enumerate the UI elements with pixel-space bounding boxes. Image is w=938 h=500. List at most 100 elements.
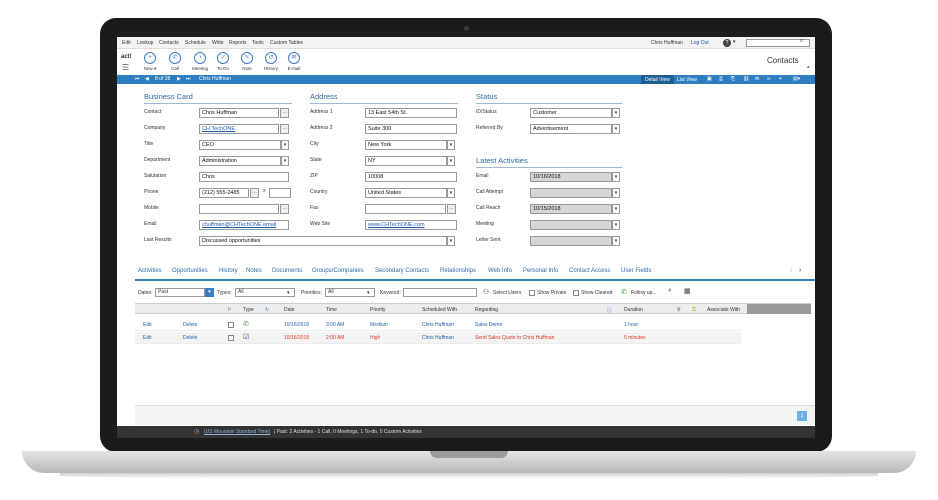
types-filter-select[interactable]: All — [235, 288, 295, 297]
select-users-icon[interactable]: ⚇ — [483, 288, 489, 296]
contact-ellipsis-button[interactable]: … — [280, 108, 289, 118]
timezone-link[interactable]: (US Mountain Standard Time) — [204, 429, 270, 435]
map-pin-icon[interactable]: ⌖ — [779, 76, 782, 82]
print-icon[interactable]: ⎙ — [719, 76, 723, 82]
keyword-input[interactable] — [403, 288, 477, 297]
phone-field[interactable]: (212) 555-2485 — [199, 188, 249, 198]
new-button[interactable]: + New ▾ — [139, 52, 161, 72]
department-dropdown[interactable]: ▾ — [281, 156, 289, 166]
follow-up-phone-icon[interactable]: ✆ — [621, 288, 627, 296]
referred-by-dropdown[interactable]: ▾ — [612, 124, 620, 134]
fax-field[interactable] — [365, 204, 446, 214]
edit-link[interactable]: Edit — [143, 335, 152, 341]
types-chevron-down-icon[interactable]: ▾ — [287, 290, 290, 296]
row-scheduled-with[interactable]: Chris Huffman — [422, 335, 454, 341]
call-reach-field[interactable]: 10/15/2018 — [530, 204, 612, 214]
tab-notes[interactable]: Notes — [246, 268, 262, 274]
delete-link[interactable]: Delete — [183, 322, 197, 328]
page-number-button[interactable]: 1 — [797, 411, 807, 421]
tab-secondary-contacts[interactable]: Secondary Contacts — [375, 268, 429, 274]
chevron-down-icon[interactable]: ▾ — [733, 39, 736, 45]
id-status-dropdown[interactable]: ▾ — [612, 108, 620, 118]
mobile-field[interactable] — [199, 204, 279, 214]
title-dropdown[interactable]: ▾ — [281, 140, 289, 150]
menu-edit[interactable]: Edit — [122, 40, 131, 46]
delete-link[interactable]: Delete — [183, 335, 197, 341]
country-field[interactable]: United States — [365, 188, 447, 198]
follow-up-link[interactable]: Follow up... — [631, 290, 657, 296]
call-button[interactable]: ✆ Call — [164, 52, 186, 71]
tab-groups-companies[interactable]: Groups/Companies — [312, 268, 364, 274]
city-dropdown[interactable]: ▾ — [447, 140, 455, 150]
search-icon[interactable]: ⌕ — [668, 287, 672, 295]
mail-icon[interactable]: ✉ — [755, 76, 759, 82]
lock-icon[interactable]: ⚿ — [692, 307, 696, 313]
chain-icon[interactable]: ∞ — [767, 76, 771, 82]
save-icon[interactable]: ▣ — [707, 76, 712, 82]
attach-icon[interactable]: ⎘ — [731, 76, 735, 82]
mobile-ellipsis-button[interactable]: … — [280, 204, 289, 214]
letter-sent-dropdown[interactable]: ▾ — [612, 236, 620, 246]
col-associate-with[interactable]: Associate With — [707, 307, 740, 313]
website-field[interactable]: www.CHTechONE.com — [365, 220, 457, 230]
phone-ext-field[interactable] — [269, 188, 291, 198]
country-dropdown[interactable]: ▾ — [447, 188, 455, 198]
email-field[interactable]: chuffman@CHTechONE.email — [199, 220, 289, 230]
col-date[interactable]: Date — [284, 307, 295, 313]
priorities-chevron-down-icon[interactable]: ▾ — [367, 290, 370, 296]
menu-tools[interactable]: Tools — [252, 40, 264, 46]
tab-documents[interactable]: Documents — [272, 268, 302, 274]
question-icon[interactable]: ? — [723, 39, 731, 47]
menu-custom-tables[interactable]: Custom Tables — [270, 40, 303, 46]
link-icon[interactable]: ⛓ — [743, 76, 749, 82]
row-scheduled-with[interactable]: Chris Huffman — [422, 322, 454, 328]
chevron-left-icon[interactable]: ‹ — [790, 267, 792, 274]
row-checkbox[interactable] — [228, 322, 234, 328]
tab-personal-info[interactable]: Personal Info — [523, 268, 558, 274]
tab-contact-access[interactable]: Contact Access — [569, 268, 610, 274]
tab-activities[interactable]: Activities — [138, 268, 162, 274]
last-results-dropdown[interactable]: ▾ — [447, 236, 455, 246]
last-record-icon[interactable]: ⏭ — [186, 76, 191, 82]
chevron-right-icon[interactable]: › — [799, 267, 801, 274]
logout-link[interactable]: Log Out — [691, 40, 709, 46]
meeting-field[interactable] — [530, 220, 612, 230]
address2-field[interactable]: Suite 300 — [365, 124, 457, 134]
letter-sent-field[interactable] — [530, 236, 612, 246]
col-type[interactable]: Type — [243, 307, 254, 313]
address1-field[interactable]: 13 East 54th St. — [365, 108, 457, 118]
col-scheduled-with[interactable]: Scheduled With — [422, 307, 457, 313]
refresh-icon[interactable]: ↻ — [265, 307, 269, 313]
select-users-link[interactable]: Select Users — [493, 290, 521, 296]
tab-history[interactable]: History — [219, 268, 238, 274]
prev-record-icon[interactable]: ◀ — [145, 76, 149, 82]
company-field[interactable]: CH.TechONE — [199, 124, 279, 134]
state-field[interactable]: NY — [365, 156, 447, 166]
fax-ellipsis-button[interactable]: … — [447, 204, 456, 214]
zip-field[interactable]: 10008 — [365, 172, 457, 182]
latest-email-field[interactable]: 10/16/2018 — [530, 172, 612, 182]
menu-schedule[interactable]: Schedule — [185, 40, 206, 46]
table-row[interactable]: Edit Delete ✆ 10/15/2018 3:00 AM Medium … — [135, 319, 741, 331]
referred-by-field[interactable]: Advertisement — [530, 124, 612, 134]
show-private-checkbox[interactable] — [529, 290, 535, 296]
info-icon[interactable]: ⓘ — [607, 307, 612, 314]
state-dropdown[interactable]: ▾ — [447, 156, 455, 166]
company-ellipsis-button[interactable]: … — [280, 124, 289, 134]
title-field[interactable]: CEO — [199, 140, 281, 150]
phone-ellipsis-button[interactable]: … — [250, 188, 259, 198]
calendar-icon[interactable]: ▦ — [684, 287, 691, 295]
tab-relationships[interactable]: Relationships — [440, 268, 476, 274]
col-priority[interactable]: Priority — [370, 307, 386, 313]
col-regarding[interactable]: Regarding — [475, 307, 498, 313]
menu-write[interactable]: Write — [212, 40, 224, 46]
history-button[interactable]: ↺ History — [260, 52, 282, 71]
alarm-column-icon[interactable]: ⚐ — [227, 307, 231, 313]
meeting-button[interactable]: ◔ Meeting — [189, 52, 211, 71]
scroll-up-icon[interactable]: ▴ — [807, 64, 810, 70]
tab-user-fields[interactable]: User Fields — [621, 268, 651, 274]
more-options-icon[interactable]: ▤▾ — [793, 76, 800, 82]
call-reach-dropdown[interactable]: ▾ — [612, 204, 620, 214]
table-row[interactable]: Edit Delete ☑ 10/16/2018 2:00 AM High Ch… — [135, 332, 741, 344]
menu-lookup[interactable]: Lookup — [137, 40, 153, 46]
